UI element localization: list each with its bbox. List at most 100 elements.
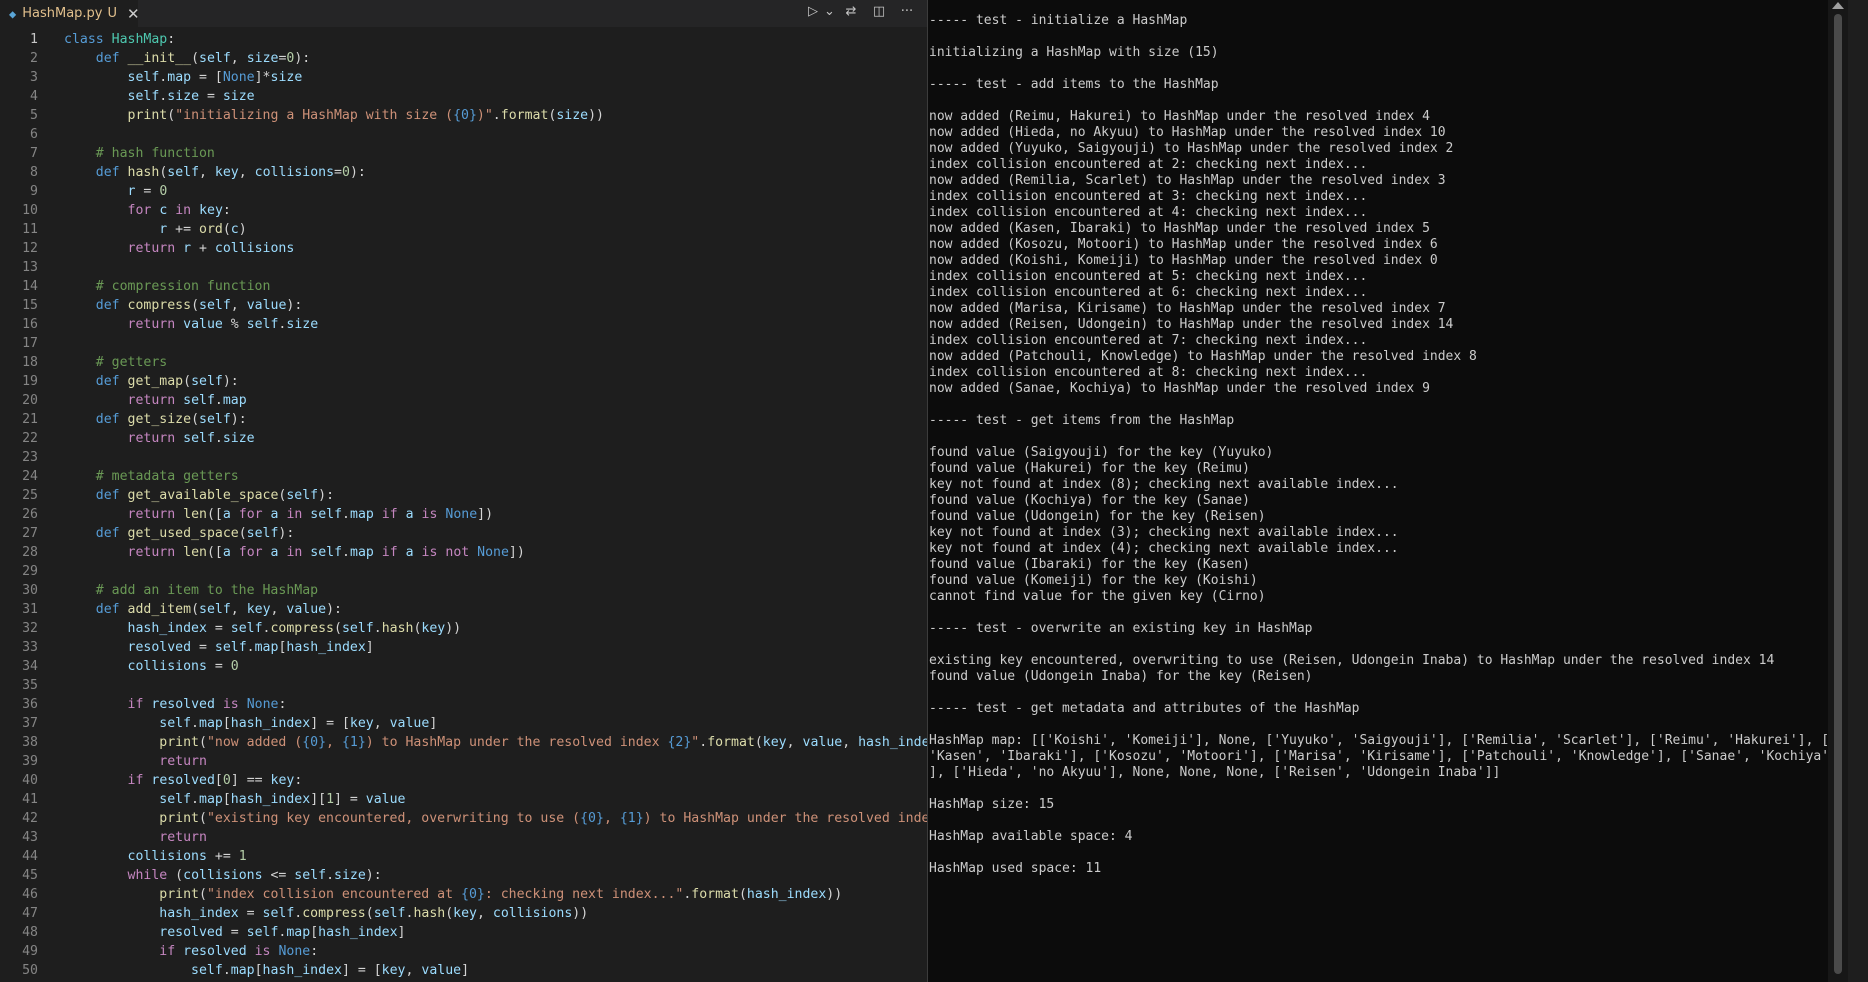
code-line[interactable]: 7 # hash function: [0, 144, 928, 163]
terminal-line: now added (Remilia, Scarlet) to HashMap …: [929, 173, 1446, 188]
code-line[interactable]: 15 def compress(self, value):: [0, 296, 928, 315]
line-number: 17: [22, 336, 38, 351]
code-line[interactable]: 4 self.size = size: [0, 87, 928, 106]
code-line[interactable]: 27 def get_used_space(self):: [0, 524, 928, 543]
code-line[interactable]: 25 def get_available_space(self):: [0, 486, 928, 505]
code-line[interactable]: 1 class HashMap:: [0, 30, 928, 49]
code-line[interactable]: 41 self.map[hash_index][1] = value: [0, 790, 928, 809]
chevron-down-icon[interactable]: ⌄: [824, 4, 835, 19]
code-line[interactable]: 37 self.map[hash_index] = [key, value]: [0, 714, 928, 733]
code-line[interactable]: 50 self.map[hash_index] = [key, value]: [0, 961, 928, 980]
terminal-line: now added (Sanae, Kochiya) to HashMap un…: [929, 381, 1430, 396]
code-line[interactable]: 16 return value % self.size: [0, 315, 928, 334]
code-text: collisions = 0: [127, 659, 239, 674]
code-line[interactable]: 12 return r + collisions: [0, 239, 928, 258]
code-line[interactable]: 43 return: [0, 828, 928, 847]
code-line[interactable]: 9 r = 0: [0, 182, 928, 201]
tab-filename: HashMap.py: [22, 6, 103, 21]
line-number: 30: [22, 583, 38, 598]
line-number: 41: [22, 792, 38, 807]
code-text: return len([a for a in self.map if a is …: [127, 507, 494, 522]
code-line[interactable]: 18 # getters: [0, 353, 928, 372]
code-text: return value % self.size: [127, 317, 319, 332]
terminal-line: key not found at index (8); checking nex…: [929, 477, 1399, 492]
code-line[interactable]: 31 def add_item(self, key, value):: [0, 600, 928, 619]
code-line[interactable]: 42 print("existing key encountered, over…: [0, 809, 928, 828]
code-line[interactable]: 40 if resolved[0] == key:: [0, 771, 928, 790]
code-line[interactable]: 5 print("initializing a HashMap with siz…: [0, 106, 928, 125]
code-line[interactable]: 2 def __init__(self, size=0):: [0, 49, 928, 68]
terminal-line: ----- test - add items to the HashMap: [929, 77, 1219, 92]
code-line[interactable]: 26 return len([a for a in self.map if a …: [0, 505, 928, 524]
code-line[interactable]: 6: [0, 125, 928, 144]
code-text: # getters: [95, 355, 168, 370]
compare-changes-icon[interactable]: ⇄: [842, 4, 860, 19]
split-editor-icon[interactable]: ◫: [870, 4, 888, 19]
terminal-line: found value (Komeiji) for the key (Koish…: [929, 573, 1258, 588]
line-number: 40: [22, 773, 38, 788]
code-line[interactable]: 46 print("index collision encountered at…: [0, 885, 928, 904]
code-line[interactable]: 35: [0, 676, 928, 695]
code-line[interactable]: 11 r += ord(c): [0, 220, 928, 239]
line-number: 38: [22, 735, 38, 750]
code-line[interactable]: 21 def get_size(self):: [0, 410, 928, 429]
code-line[interactable]: 49 if resolved is None:: [0, 942, 928, 961]
code-line[interactable]: 47 hash_index = self.compress(self.hash(…: [0, 904, 928, 923]
close-icon[interactable]: ✕: [127, 5, 140, 23]
code-area[interactable]: 1 class HashMap: 2 def __init__(self, size…: [0, 30, 928, 980]
code-line[interactable]: 20 return self.map: [0, 391, 928, 410]
code-line[interactable]: 28 return len([a for a in self.map if a …: [0, 543, 928, 562]
code-line[interactable]: 13: [0, 258, 928, 277]
code-line[interactable]: 30 # add an item to the HashMap: [0, 581, 928, 600]
code-line[interactable]: 48 resolved = self.map[hash_index]: [0, 923, 928, 942]
code-line[interactable]: 17: [0, 334, 928, 353]
terminal-line: found value (Kochiya) for the key (Sanae…: [929, 493, 1250, 508]
code-line[interactable]: 23: [0, 448, 928, 467]
code-line[interactable]: 32 hash_index = self.compress(self.hash(…: [0, 619, 928, 638]
terminal-scrollbar[interactable]: [1828, 0, 1848, 982]
code-line[interactable]: 24 # metadata getters: [0, 467, 928, 486]
code-line[interactable]: 19 def get_map(self):: [0, 372, 928, 391]
terminal-line: ----- test - initialize a HashMap: [929, 13, 1188, 28]
line-number: 13: [22, 260, 38, 275]
terminal-line: index collision encountered at 2: checki…: [929, 157, 1368, 172]
code-line[interactable]: 3 self.map = [None]*size: [0, 68, 928, 87]
code-text: if resolved is None:: [159, 944, 319, 959]
terminal-line: index collision encountered at 7: checki…: [929, 333, 1368, 348]
code-line[interactable]: 33 resolved = self.map[hash_index]: [0, 638, 928, 657]
terminal-line: found value (Hakurei) for the key (Reimu…: [929, 461, 1250, 476]
line-number: 34: [22, 659, 38, 674]
line-number: 43: [22, 830, 38, 845]
code-line[interactable]: 45 while (collisions <= self.size):: [0, 866, 928, 885]
terminal-line: now added (Kosozu, Motoori) to HashMap u…: [929, 237, 1438, 252]
code-editor[interactable]: ◆ HashMap.py U ✕ ▷ ⌄ ⇄ ◫ ··· 1 class Hash…: [0, 0, 928, 982]
code-line[interactable]: 29: [0, 562, 928, 581]
terminal-output[interactable]: ----- test - initialize a HashMap initial…: [928, 0, 1848, 982]
code-line[interactable]: 10 for c in key:: [0, 201, 928, 220]
code-text: self.map[hash_index] = [key, value]: [191, 963, 470, 978]
code-line[interactable]: 22 return self.size: [0, 429, 928, 448]
code-text: hash_index = self.compress(self.hash(key…: [159, 906, 589, 921]
tab-hashmap-py[interactable]: ◆ HashMap.py U ✕: [0, 0, 140, 27]
line-number: 1: [30, 32, 38, 47]
line-number: 18: [22, 355, 38, 370]
code-line[interactable]: 14 # compression function: [0, 277, 928, 296]
code-line[interactable]: 38 print("now added ({0}, {1}) to HashMa…: [0, 733, 928, 752]
code-line[interactable]: 39 return: [0, 752, 928, 771]
line-number: 20: [22, 393, 38, 408]
code-line[interactable]: 44 collisions += 1: [0, 847, 928, 866]
code-text: print("existing key encountered, overwri…: [159, 811, 928, 826]
code-line[interactable]: 8 def hash(self, key, collisions=0):: [0, 163, 928, 182]
scroll-up-arrow-icon[interactable]: [1832, 2, 1844, 9]
code-line[interactable]: 36 if resolved is None:: [0, 695, 928, 714]
more-actions-icon[interactable]: ···: [898, 4, 916, 19]
line-number: 19: [22, 374, 38, 389]
run-icon[interactable]: ▷: [804, 4, 822, 19]
scrollbar-thumb[interactable]: [1834, 14, 1842, 974]
code-line[interactable]: 34 collisions = 0: [0, 657, 928, 676]
